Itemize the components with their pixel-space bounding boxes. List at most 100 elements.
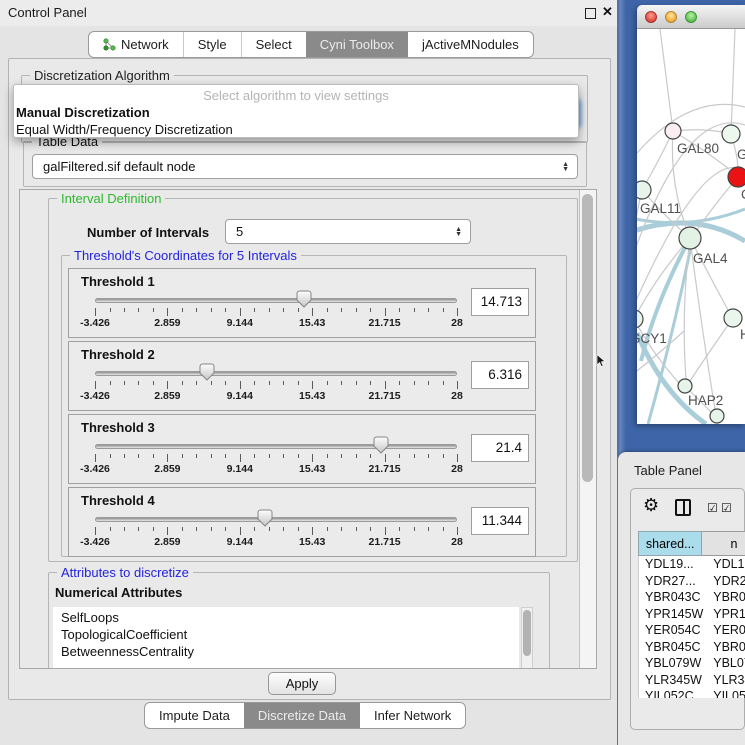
slider-track[interactable] — [95, 298, 457, 303]
tick-mark — [428, 308, 429, 312]
network-edge[interactable] — [690, 238, 728, 310]
threshold-value-field[interactable]: 14.713 — [471, 288, 529, 316]
network-edge[interactable] — [690, 318, 733, 381]
tick-mark — [124, 381, 125, 385]
network-node-gal11[interactable] — [637, 181, 651, 199]
tab-jactivemnodules[interactable]: jActiveMNodules — [408, 32, 533, 57]
slider-track[interactable] — [95, 371, 457, 376]
list-scrollbar[interactable] — [521, 607, 533, 669]
network-window-titlebar[interactable] — [637, 5, 745, 29]
close-icon[interactable]: ✕ — [602, 4, 613, 20]
threshold-value-field[interactable]: 11.344 — [471, 507, 529, 535]
tab-infer-network[interactable]: Infer Network — [360, 703, 465, 728]
attributes-group: Attributes to discretize Numerical Attri… — [48, 572, 550, 669]
float-icon[interactable] — [585, 8, 596, 19]
cell-name: YLR345W — [705, 672, 745, 689]
threshold-value-field[interactable]: 21.4 — [471, 434, 529, 462]
tick-mark — [182, 527, 183, 531]
table-row[interactable]: YLR345WYLR345W — [639, 672, 745, 689]
tab-select[interactable]: Select — [241, 32, 306, 57]
attributes-list[interactable]: SelfLoopsTopologicalCoefficientBetweenne… — [53, 607, 519, 669]
tick-mark — [167, 308, 168, 316]
network-node[interactable] — [710, 409, 724, 423]
network-edge[interactable] — [731, 29, 735, 134]
table-row[interactable]: YDR27...YDR27... — [639, 573, 745, 590]
tab-network[interactable]: Network — [89, 32, 183, 57]
tick-mark — [269, 527, 270, 531]
tick-label: 2.859 — [154, 390, 180, 402]
tick-mark — [110, 527, 111, 531]
threshold-value-field[interactable]: 6.316 — [471, 361, 529, 389]
slider-track[interactable] — [95, 517, 457, 522]
network-node-hap2[interactable] — [678, 379, 692, 393]
network-edge-thick[interactable] — [637, 333, 706, 424]
vertical-scrollbar[interactable] — [579, 190, 596, 668]
tick-label: 21.715 — [369, 463, 401, 475]
network-edge[interactable] — [642, 131, 673, 190]
cell-name: YER054C — [705, 622, 745, 639]
apply-button[interactable]: Apply — [268, 672, 336, 695]
tab-style[interactable]: Style — [183, 32, 241, 57]
close-traffic-light[interactable] — [645, 11, 657, 23]
list-scrollbar-thumb[interactable] — [523, 610, 531, 656]
minimize-traffic-light[interactable] — [665, 11, 677, 23]
attribute-item[interactable]: BetweennessCentrality — [53, 643, 519, 660]
cell-shared-name: YPR145W — [639, 606, 705, 623]
checkbox-icon-1[interactable]: ☑ — [707, 501, 718, 515]
slider-track[interactable] — [95, 444, 457, 449]
tick-mark — [414, 527, 415, 531]
table-row[interactable]: YPR145WYPR145W — [639, 606, 745, 623]
slider-scale — [95, 527, 457, 536]
attribute-item[interactable]: SelfLoops — [53, 609, 519, 626]
settings-gear-icon[interactable]: ⚙ — [643, 495, 659, 516]
tab-impute-data[interactable]: Impute Data — [145, 703, 244, 728]
table-row[interactable]: YBR043CYBR043C — [639, 589, 745, 606]
threshold-label: Threshold 3 — [81, 420, 155, 435]
column-header-name[interactable]: n — [702, 531, 745, 556]
tick-mark — [428, 527, 429, 531]
tick-mark — [95, 527, 96, 535]
table-data-select[interactable]: galFiltered.sif default node ▲▼ — [32, 154, 578, 179]
cell-shared-name: YBR043C — [639, 589, 705, 606]
tick-mark — [298, 454, 299, 458]
tick-mark — [211, 381, 212, 385]
tab-discretize-data[interactable]: Discretize Data — [244, 703, 360, 728]
attribute-item[interactable]: TopologicalCoefficient — [53, 626, 519, 643]
table-row[interactable]: YER054CYER054C — [639, 622, 745, 639]
table-rows: YDL19...YDL19...YDR27...YDR27...YBR043CY… — [638, 556, 745, 698]
network-node-gal4[interactable] — [679, 227, 701, 249]
tick-mark — [443, 308, 444, 312]
network-node-gal80[interactable] — [665, 123, 681, 139]
network-node-gcy1[interactable] — [637, 310, 643, 328]
algorithm-dropdown-popup: Select algorithm to view settings Manual… — [13, 84, 579, 138]
intervals-select[interactable]: 5 ▲▼ — [225, 219, 471, 244]
dropdown-option[interactable]: Manual Discretization — [14, 104, 578, 121]
network-view-canvas[interactable]: GAL80GACGAL11GAL4GCY1HHAP2 — [637, 29, 745, 424]
tab-cyni-toolbox[interactable]: Cyni Toolbox — [306, 32, 408, 57]
tick-label: 21.715 — [369, 317, 401, 329]
tab-label: Discretize Data — [258, 708, 346, 723]
table-row[interactable]: YDL19...YDL19... — [639, 556, 745, 573]
tick-mark — [240, 308, 241, 316]
network-node-c[interactable] — [728, 167, 745, 187]
node-label: GAL4 — [693, 251, 728, 266]
tick-mark — [110, 308, 111, 312]
numerical-attributes-label: Numerical Attributes — [55, 585, 182, 600]
network-node-ga[interactable] — [722, 125, 740, 143]
table-row[interactable]: YBR045CYBR045C — [639, 639, 745, 656]
column-header-shared[interactable]: shared... — [638, 531, 702, 556]
checkbox-icon-2[interactable]: ☑ — [721, 501, 732, 515]
dropdown-option[interactable]: Equal Width/Frequency Discretization — [14, 121, 578, 138]
network-edge[interactable] — [660, 29, 673, 131]
table-row[interactable]: YBL079WYBL079W — [639, 655, 745, 672]
network-node-h[interactable] — [724, 309, 742, 327]
vertical-scrollbar-thumb[interactable] — [582, 194, 593, 482]
zoom-traffic-light[interactable] — [685, 11, 697, 23]
tick-mark — [341, 454, 342, 458]
tab-label: Infer Network — [374, 708, 451, 723]
tick-mark — [385, 308, 386, 316]
column-layout-icon[interactable] — [675, 499, 691, 516]
table-row[interactable]: YIL052CYIL052C — [639, 688, 745, 698]
tick-mark — [95, 381, 96, 389]
tick-mark — [269, 381, 270, 385]
